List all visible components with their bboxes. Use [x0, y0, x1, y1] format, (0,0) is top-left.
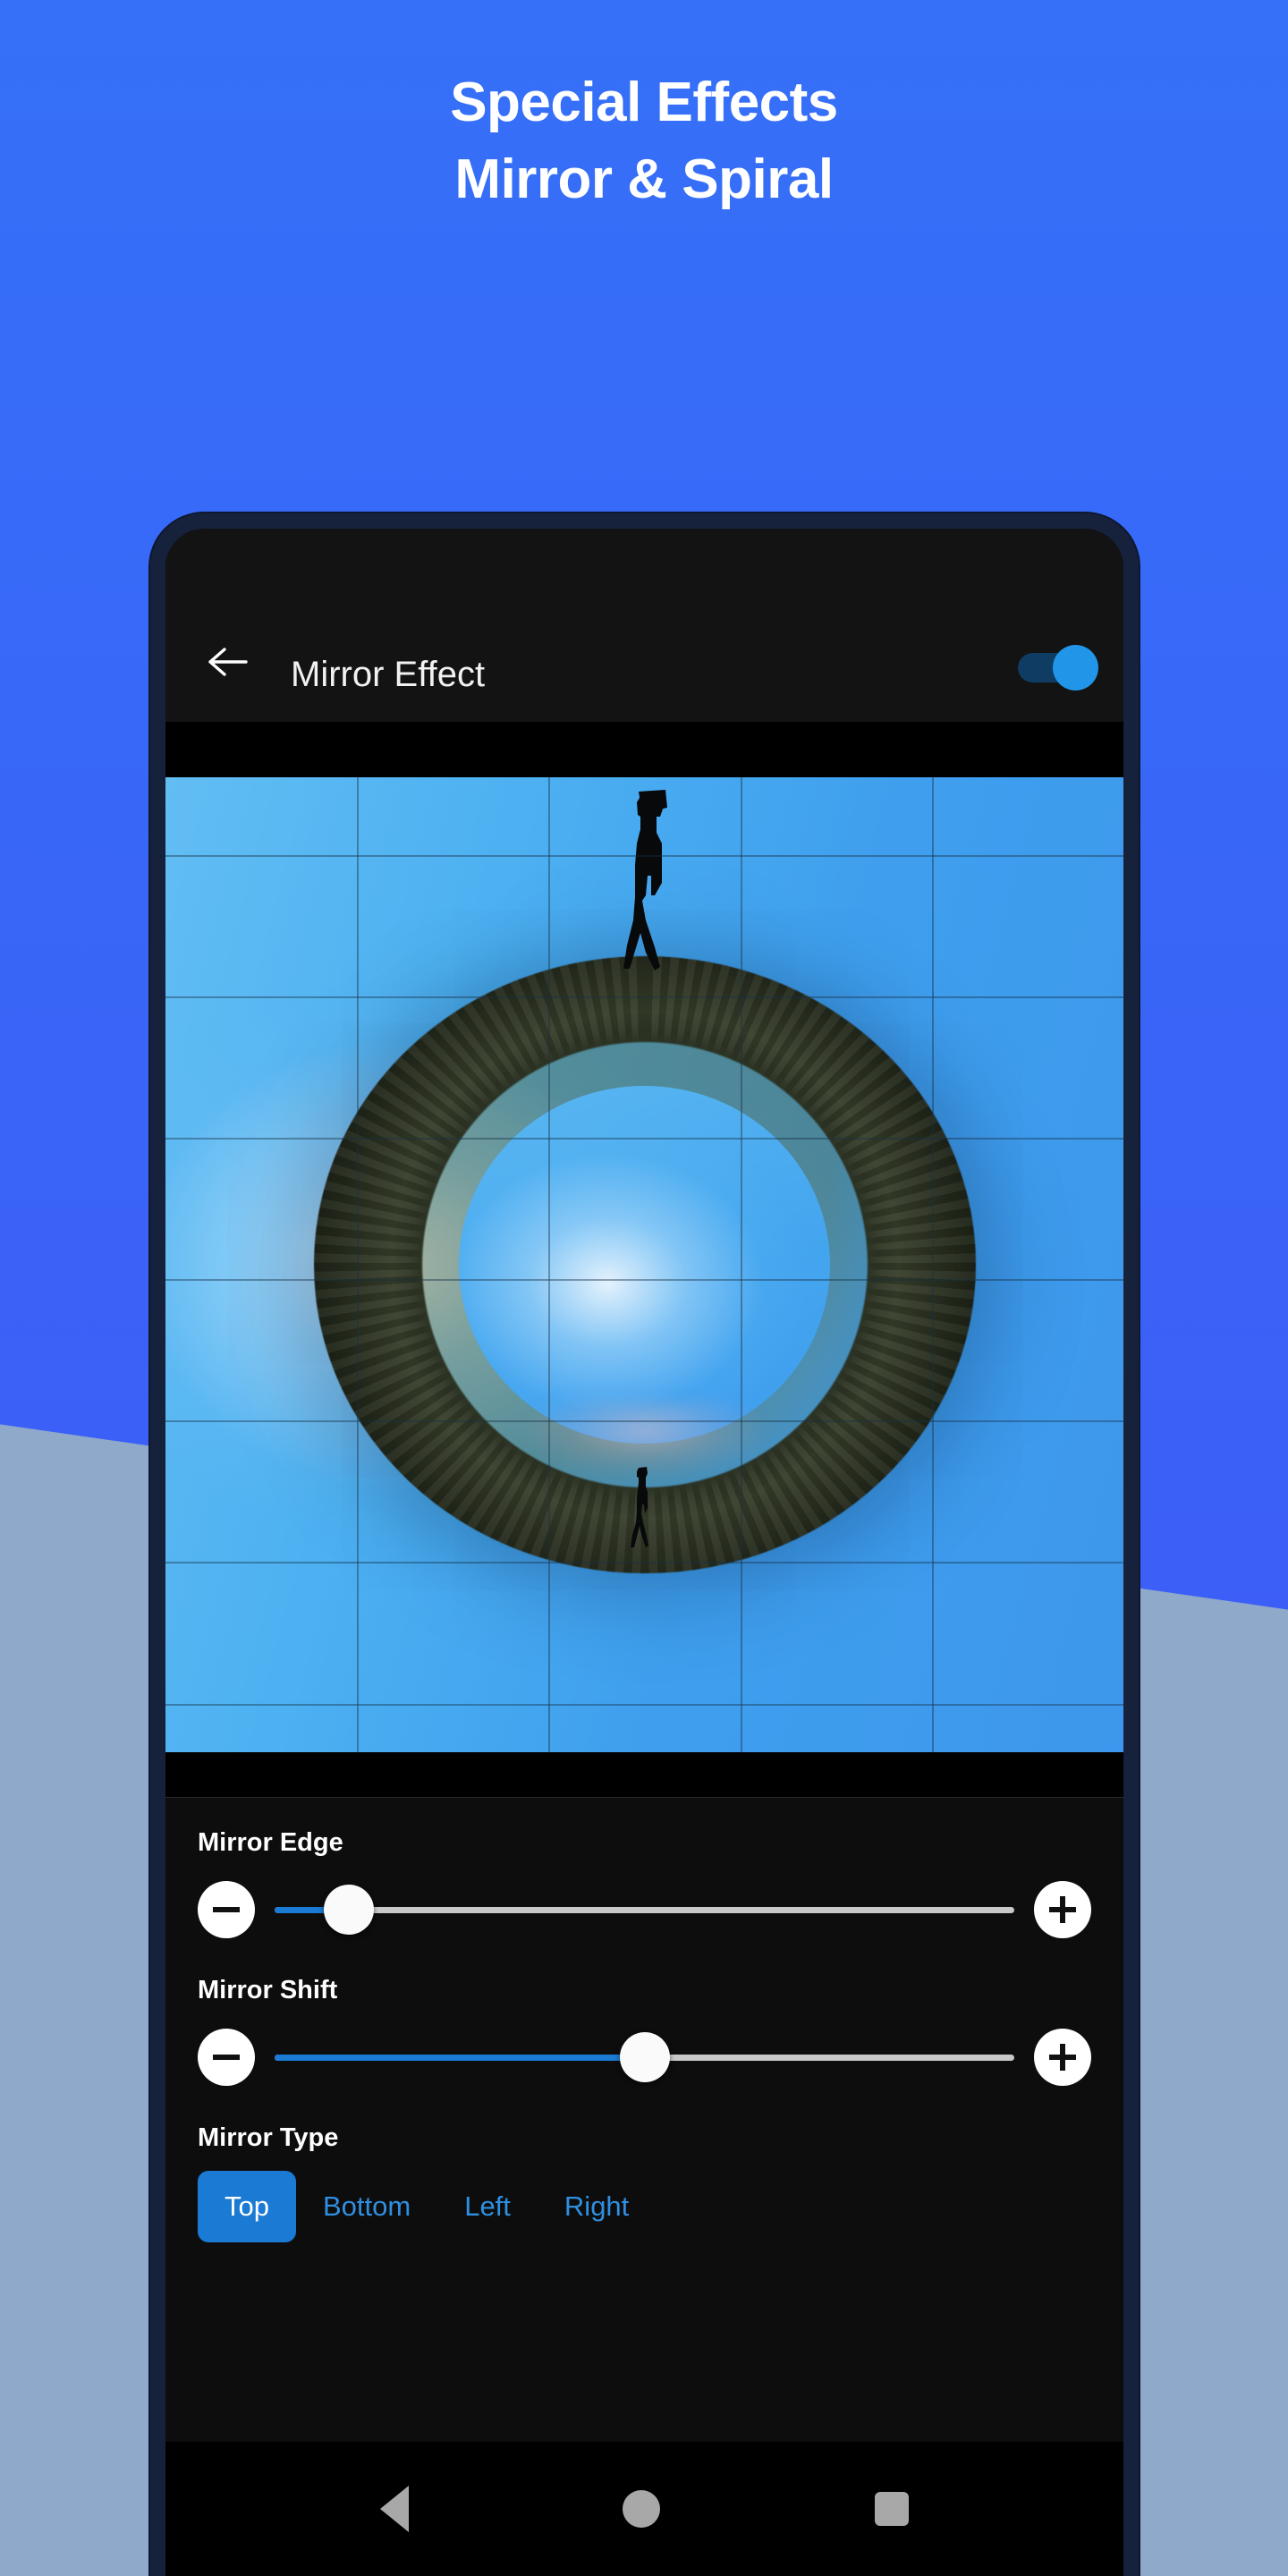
mirror-edge-slider-thumb[interactable]: [323, 1885, 374, 1935]
phone-mockup-frame: Mirror Effect Mirror Edge Mirror Shift M…: [150, 513, 1139, 2576]
mirror-edge-slider-row: [198, 1881, 1091, 1938]
mirror-shift-slider[interactable]: [275, 2029, 1014, 2086]
mirror-type-tab-bottom[interactable]: Bottom: [296, 2171, 437, 2242]
toggle-thumb: [1053, 645, 1098, 691]
mirror-shift-slider-fill: [275, 2055, 645, 2061]
mirror-edge-label: Mirror Edge: [198, 1828, 343, 1857]
ring-inner-sky: [459, 1085, 830, 1445]
ring-horizon-glow-bottom: [525, 1400, 764, 1475]
mirror-shift-decrease-button[interactable]: [198, 2029, 255, 2086]
mirror-edge-decrease-button[interactable]: [198, 1881, 255, 1938]
mirror-edge-increase-button[interactable]: [1034, 1881, 1091, 1938]
mirror-edge-slider-track: [275, 1907, 1014, 1913]
mirror-shift-label: Mirror Shift: [198, 1976, 338, 2004]
preview-letterbox-bottom: [165, 1752, 1123, 1797]
mirror-type-tabs: Top Bottom Left Right: [198, 2171, 1091, 2242]
mirror-edge-slider[interactable]: [275, 1881, 1014, 1938]
mirror-shift-slider-row: [198, 2029, 1091, 2086]
walking-person-silhouette-bottom: [629, 1467, 656, 1549]
plus-icon: [1049, 1896, 1076, 1923]
mirror-type-tab-top[interactable]: Top: [198, 2171, 296, 2242]
mirror-type-tab-left[interactable]: Left: [437, 2171, 538, 2242]
effect-enable-toggle[interactable]: [1016, 645, 1104, 691]
nav-recents-button[interactable]: [875, 2492, 910, 2526]
preview-letterbox-top: [165, 722, 1123, 777]
mirror-type-label: Mirror Type: [198, 2123, 339, 2152]
controls-panel: Mirror Edge Mirror Shift Mirror Type Top…: [165, 1797, 1123, 2442]
mirror-shift-slider-thumb[interactable]: [619, 2032, 670, 2082]
promo-headline-line-1: Special Effects: [450, 72, 838, 133]
minus-icon: [213, 1907, 240, 1912]
promo-headline: Special Effects Mirror & Spiral: [0, 70, 1288, 214]
back-button[interactable]: [191, 632, 266, 695]
nav-back-button[interactable]: [379, 2486, 409, 2532]
mirror-type-tab-right[interactable]: Right: [538, 2171, 656, 2242]
nav-home-button[interactable]: [623, 2490, 661, 2528]
plus-icon: [1049, 2044, 1076, 2071]
walking-person-silhouette-top: [615, 790, 682, 987]
mirror-shift-increase-button[interactable]: [1034, 2029, 1091, 2086]
promo-headline-line-2: Mirror & Spiral: [454, 148, 834, 211]
image-preview[interactable]: [165, 777, 1123, 1752]
phone-screen: Mirror Effect Mirror Edge Mirror Shift M…: [165, 529, 1123, 2576]
arrow-left-icon: [208, 643, 249, 685]
minus-icon: [213, 2055, 240, 2060]
android-navigation-bar: [165, 2442, 1123, 2576]
app-bar-title: Mirror Effect: [291, 655, 486, 694]
app-bar: Mirror Effect: [165, 529, 1123, 722]
